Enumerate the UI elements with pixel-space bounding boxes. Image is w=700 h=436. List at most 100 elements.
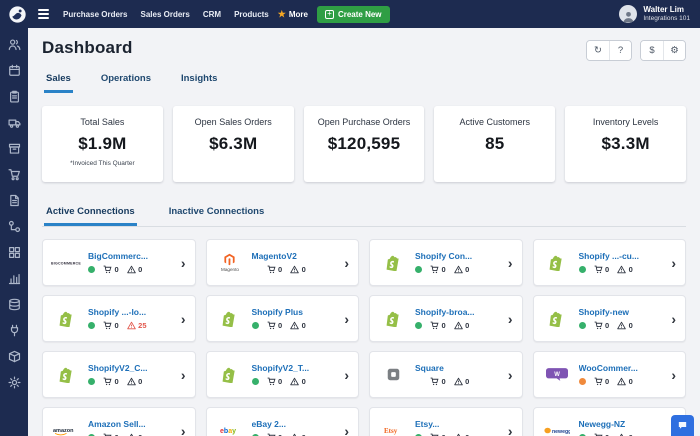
connection-name[interactable]: eBay 2... [252, 419, 335, 429]
status-dot [88, 322, 95, 329]
connection-card[interactable]: Shopify Plus00› [206, 295, 360, 342]
invoices-icon[interactable] [8, 194, 21, 207]
connection-name[interactable]: Shopify ...-cu... [579, 251, 662, 261]
kpi-card: Total Sales$1.9M*Invoiced This Quarter [42, 106, 163, 182]
connection-name[interactable]: Amazon Sell... [88, 419, 171, 429]
connection-card[interactable]: MagentoMagentoV200› [206, 239, 360, 286]
status-dot [579, 266, 586, 273]
orders-icon[interactable] [8, 90, 21, 103]
connection-card[interactable]: Shopify-new00› [533, 295, 687, 342]
main-content: Dashboard ↻ ? $ ⚙ Sales Operations Insight… [28, 28, 700, 436]
connection-name[interactable]: Newegg-NZ [579, 419, 662, 429]
menu-icon[interactable] [36, 7, 51, 21]
connection-card[interactable]: ebayeBay 2...00› [206, 407, 360, 436]
svg-text:BIGCOMMERCE: BIGCOMMERCE [51, 261, 81, 265]
calendar-icon[interactable] [8, 64, 21, 77]
purchases-icon[interactable] [8, 168, 21, 181]
status-dot [415, 266, 422, 273]
shipments-icon[interactable] [8, 350, 21, 363]
connection-card[interactable]: Square00› [369, 351, 523, 398]
settings-icon[interactable] [8, 376, 21, 389]
alerts-count: 0 [290, 265, 306, 274]
kpi-card: Inventory Levels$3.3M [565, 106, 686, 182]
connection-name[interactable]: ShopifyV2_C... [88, 363, 171, 373]
data-icon[interactable] [8, 298, 21, 311]
kpi-value: $6.3M [179, 134, 288, 154]
workflows-icon[interactable] [8, 220, 21, 233]
kpi-card: Open Purchase Orders$120,595 [304, 106, 425, 182]
status-dot [252, 378, 259, 385]
connections-grid: BIGCOMMERCEBigCommerc...00›MagentoMagent… [42, 239, 686, 436]
tab-insights[interactable]: Insights [179, 69, 219, 93]
app-logo-icon [8, 5, 27, 24]
chevron-right-icon: › [181, 256, 186, 270]
chevron-right-icon: › [344, 256, 349, 270]
apps-icon[interactable] [8, 246, 21, 259]
inventory-icon[interactable] [8, 142, 21, 155]
connection-name[interactable]: MagentoV2 [252, 251, 335, 261]
nav-link-sales-orders[interactable]: Sales Orders [140, 10, 189, 19]
shopify-logo [379, 311, 407, 327]
status-dot [88, 266, 95, 273]
connection-name[interactable]: ShopifyV2_T... [252, 363, 335, 373]
connection-card[interactable]: BIGCOMMERCEBigCommerc...00› [42, 239, 196, 286]
shopify-logo [379, 255, 407, 271]
connection-card[interactable]: EtsyEtsy...00› [369, 407, 523, 436]
page-title: Dashboard [42, 38, 133, 58]
settings-button[interactable]: ⚙ [663, 41, 685, 60]
connection-name[interactable]: Shopify-new [579, 307, 662, 317]
kpi-value: $120,595 [310, 134, 419, 154]
chat-bubble-icon [677, 420, 688, 431]
connection-card[interactable]: ShopifyV2_C...00› [42, 351, 196, 398]
nav-link-purchase-orders[interactable]: Purchase Orders [63, 10, 127, 19]
reports-icon[interactable] [8, 272, 21, 285]
nav-more[interactable]: ★ More [278, 10, 308, 19]
connection-name[interactable]: Square [415, 363, 498, 373]
app-logo[interactable] [8, 5, 27, 24]
connection-name[interactable]: Shopify Con... [415, 251, 498, 261]
amazon-logo: amazon [52, 426, 80, 436]
plus-icon: + [325, 10, 334, 19]
connection-card[interactable]: Shopify ...-cu...00› [533, 239, 687, 286]
refresh-button[interactable]: ↻ [587, 41, 609, 60]
connection-card[interactable]: WWooCommer...00› [533, 351, 687, 398]
nav-link-crm[interactable]: CRM [203, 10, 221, 19]
nav-link-products[interactable]: Products [234, 10, 269, 19]
svg-text:W: W [554, 372, 560, 378]
svg-text:Etsy: Etsy [384, 427, 398, 435]
help-icon: ? [618, 45, 623, 56]
connection-name[interactable]: WooCommer... [579, 363, 662, 373]
status-dot [579, 378, 586, 385]
tab-inactive-connections[interactable]: Inactive Connections [167, 202, 267, 226]
fulfillment-icon[interactable] [8, 116, 21, 129]
kpi-card: Active Customers85 [434, 106, 555, 182]
tab-active-connections[interactable]: Active Connections [44, 202, 137, 226]
connection-card[interactable]: Shopify Con...00› [369, 239, 523, 286]
connection-name[interactable]: Etsy... [415, 419, 498, 429]
connection-name[interactable]: Shopify Plus [252, 307, 335, 317]
etsy-logo: Etsy [379, 426, 407, 435]
connection-card[interactable]: neweggNewegg-NZ00› [533, 407, 687, 436]
kpi-value: $1.9M [48, 134, 157, 154]
create-new-button[interactable]: + Create New [317, 6, 390, 23]
status-dot [579, 322, 586, 329]
customers-icon[interactable] [8, 38, 21, 51]
alerts-count: 0 [617, 377, 633, 386]
connection-name[interactable]: BigCommerc... [88, 251, 171, 261]
alerts-count: 25 [127, 321, 147, 330]
chat-widget-button[interactable] [671, 415, 694, 436]
connection-card[interactable]: ShopifyV2_T...00› [206, 351, 360, 398]
help-button[interactable]: ? [609, 41, 631, 60]
connection-name[interactable]: Shopify-broa... [415, 307, 498, 317]
connection-name[interactable]: Shopify ...-lo... [88, 307, 171, 317]
user-menu[interactable]: Walter Lim Integrations 101 [619, 5, 692, 23]
connection-card[interactable]: Shopify-broa...00› [369, 295, 523, 342]
tab-operations[interactable]: Operations [99, 69, 153, 93]
integrations-icon[interactable] [8, 324, 21, 337]
billing-button[interactable]: $ [641, 41, 663, 60]
gear-icon: ⚙ [670, 45, 679, 56]
tab-sales[interactable]: Sales [44, 69, 73, 93]
connection-card[interactable]: amazonAmazon Sell...00› [42, 407, 196, 436]
status-dot [415, 322, 422, 329]
connection-card[interactable]: Shopify ...-lo...025› [42, 295, 196, 342]
